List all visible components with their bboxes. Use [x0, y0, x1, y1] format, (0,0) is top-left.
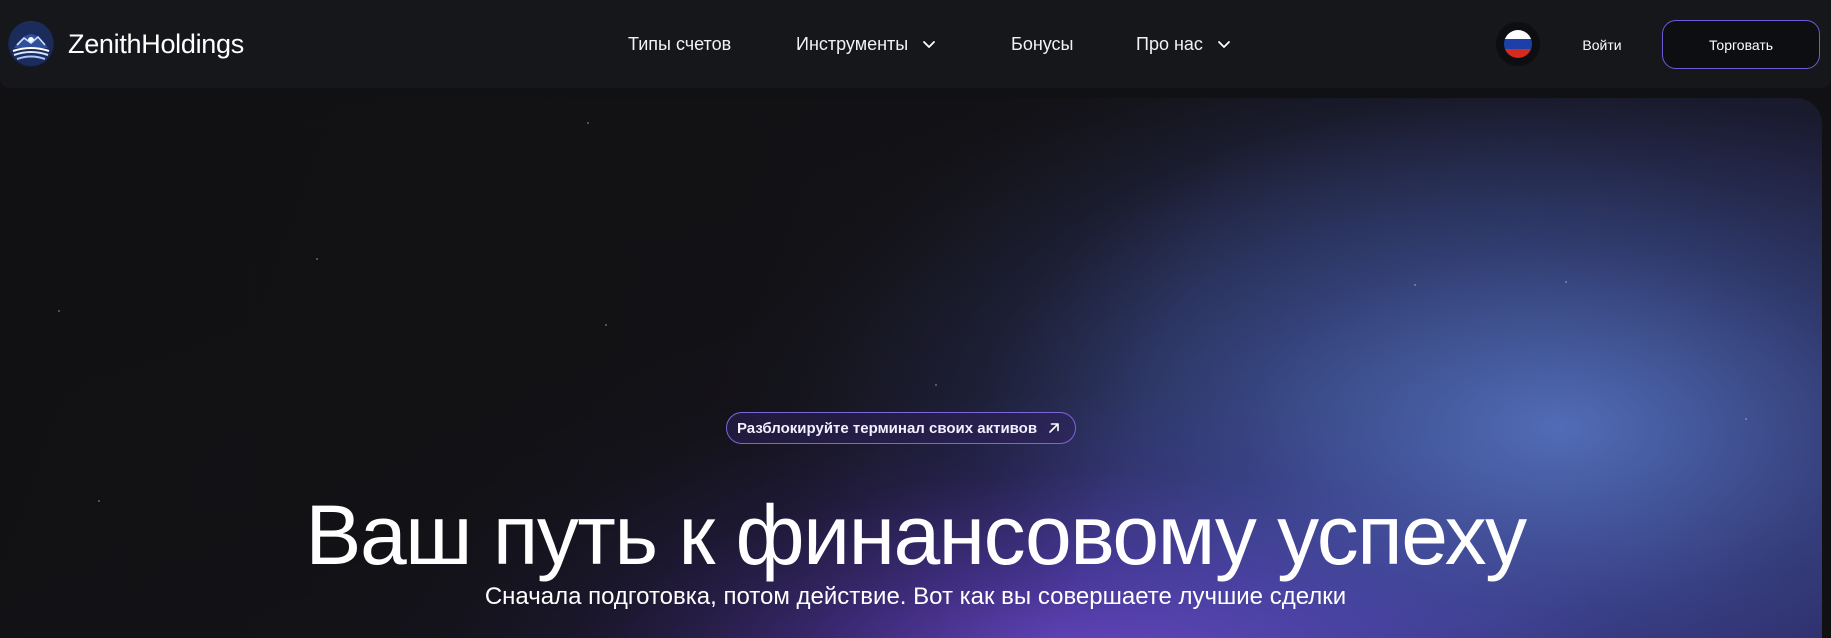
star-dot [935, 384, 937, 386]
language-switcher-button[interactable] [1496, 22, 1540, 66]
chevron-down-icon [1218, 41, 1230, 48]
star-dot [58, 310, 60, 312]
nav-item-label: Про нас [1136, 33, 1203, 54]
chevron-down-icon [923, 41, 936, 48]
badge-label: Разблокируйте терминал своих активов [737, 419, 1038, 437]
nav-item-label: Типы счетов [628, 33, 732, 54]
star-dot [1745, 418, 1747, 420]
hero-title: Ваш путь к финансовому успеху [305, 488, 1527, 582]
star-dot [1565, 281, 1567, 283]
top-navbar: ZenithHoldings Типы счетов Инструменты Б… [0, 0, 1831, 88]
trade-button[interactable]: Торговать [1662, 20, 1820, 69]
nav-item-instruments[interactable]: Инструменты [796, 32, 936, 56]
star-dot [316, 258, 318, 260]
main-nav: Типы счетов Инструменты Бонусы Про нас [0, 0, 1831, 88]
nav-item-account-types[interactable]: Типы счетов [628, 32, 731, 56]
star-dot [605, 324, 607, 326]
login-link[interactable]: Войти [1570, 34, 1634, 56]
star-dot [1414, 284, 1416, 286]
arrow-up-right-icon [1049, 423, 1059, 433]
star-dot [587, 122, 589, 124]
hero-section: Разблокируйте терминал своих активов Ваш… [0, 98, 1822, 638]
nav-item-label: Инструменты [796, 33, 909, 54]
nav-item-about[interactable]: Про нас [1136, 32, 1231, 56]
russia-flag-icon [1504, 30, 1532, 58]
nav-item-bonuses[interactable]: Бонусы [1011, 32, 1074, 56]
nav-item-label: Бонусы [1011, 33, 1074, 54]
hero-subtitle: Сначала подготовка, потом действие. Вот … [484, 583, 1347, 610]
unlock-terminal-badge[interactable]: Разблокируйте терминал своих активов [726, 412, 1077, 444]
